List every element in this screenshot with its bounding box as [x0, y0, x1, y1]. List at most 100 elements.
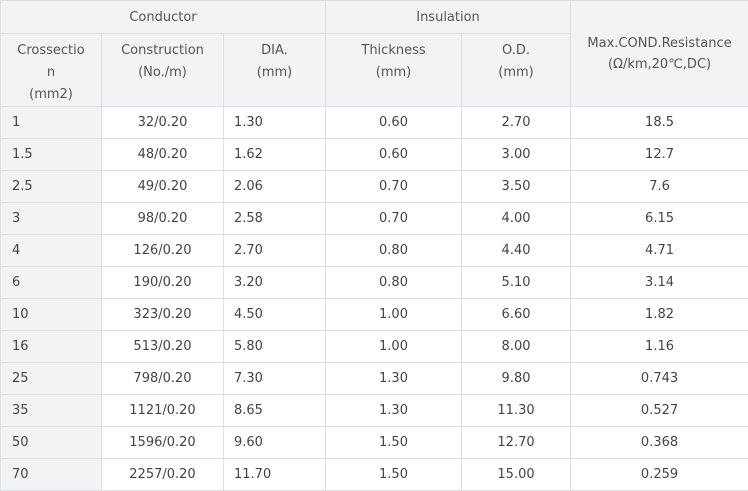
crosssection-label-line2: n: [46, 65, 56, 80]
thickness-cell: 1.30: [325, 394, 463, 427]
crosssection-label-line1: Crossectio: [17, 43, 85, 58]
crosssection-cell: 35: [0, 394, 102, 427]
od-unit: (mm): [498, 65, 534, 80]
construction-cell: 49/0.20: [101, 170, 224, 203]
resistance-cell: 6.15: [570, 202, 748, 235]
dia-cell: 5.80: [222, 330, 327, 363]
crosssection-cell: 16: [0, 330, 102, 363]
resistance-cell: 1.16: [570, 330, 748, 363]
od-cell: 4.40: [461, 234, 572, 267]
table-row: 70 2257/0.20 11.70 1.50 15.00 0.259: [0, 458, 748, 491]
thickness-cell: 0.60: [325, 138, 463, 171]
thickness-cell: 1.50: [325, 458, 463, 491]
construction-cell: 98/0.20: [101, 202, 224, 235]
od-cell: 3.50: [461, 170, 572, 203]
thickness-cell: 0.80: [325, 266, 463, 299]
crosssection-header: Crossectio n (mm2): [0, 33, 102, 107]
resistance-cell: 18.5: [570, 106, 748, 139]
construction-cell: 190/0.20: [101, 266, 224, 299]
od-cell: 5.10: [461, 266, 572, 299]
construction-cell: 1121/0.20: [101, 394, 224, 427]
resistance-cell: 12.7: [570, 138, 748, 171]
thickness-cell: 1.00: [325, 330, 463, 363]
od-cell: 15.00: [461, 458, 572, 491]
thickness-header: Thickness (mm): [325, 33, 463, 107]
thickness-cell: 1.50: [325, 426, 463, 459]
dia-header: DIA. (mm): [222, 33, 327, 107]
thickness-unit: (mm): [375, 65, 412, 80]
od-cell: 4.00: [461, 202, 572, 235]
dia-cell: 4.50: [222, 298, 327, 331]
thickness-cell: 0.70: [325, 202, 463, 235]
cable-spec-table: Conductor Insulation Max.COND.Resistance…: [0, 0, 748, 491]
construction-label: Construction: [121, 43, 204, 58]
dia-unit: (mm): [256, 65, 293, 80]
resistance-cell: 7.6: [570, 170, 748, 203]
od-cell: 11.30: [461, 394, 572, 427]
resistance-cell: 0.743: [570, 362, 748, 395]
insulation-group-header: Insulation: [325, 0, 572, 34]
table-row: 35 1121/0.20 8.65 1.30 11.30 0.527: [0, 394, 748, 427]
od-cell: 2.70: [461, 106, 572, 139]
construction-cell: 32/0.20: [101, 106, 224, 139]
max-resistance-header: Max.COND.Resistance (Ω/km,20℃,DC): [570, 0, 748, 107]
dia-label: DIA.: [261, 43, 288, 58]
crosssection-cell: 70: [0, 458, 102, 491]
thickness-label: Thickness: [361, 43, 426, 58]
resistance-cell: 0.259: [570, 458, 748, 491]
dia-cell: 1.62: [222, 138, 327, 171]
crosssection-cell: 10: [0, 298, 102, 331]
crosssection-cell: 1: [0, 106, 102, 139]
dia-cell: 2.70: [222, 234, 327, 267]
crosssection-unit: (mm2): [29, 87, 73, 102]
dia-cell: 1.30: [222, 106, 327, 139]
table-row: 2.5 49/0.20 2.06 0.70 3.50 7.6: [0, 170, 748, 203]
dia-cell: 7.30: [222, 362, 327, 395]
table-row: 3 98/0.20 2.58 0.70 4.00 6.15: [0, 202, 748, 235]
table-row: 10 323/0.20 4.50 1.00 6.60 1.82: [0, 298, 748, 331]
od-header: O.D. (mm): [461, 33, 572, 107]
crosssection-cell: 50: [0, 426, 102, 459]
crosssection-cell: 3: [0, 202, 102, 235]
dia-cell: 11.70: [222, 458, 327, 491]
crosssection-cell: 25: [0, 362, 102, 395]
thickness-cell: 0.60: [325, 106, 463, 139]
thickness-cell: 1.30: [325, 362, 463, 395]
construction-cell: 126/0.20: [101, 234, 224, 267]
resistance-cell: 4.71: [570, 234, 748, 267]
od-label: O.D.: [502, 43, 531, 58]
od-cell: 3.00: [461, 138, 572, 171]
resistance-cell: 1.82: [570, 298, 748, 331]
table-row: 16 513/0.20 5.80 1.00 8.00 1.16: [0, 330, 748, 363]
thickness-cell: 0.70: [325, 170, 463, 203]
thickness-cell: 0.80: [325, 234, 463, 267]
crosssection-cell: 6: [0, 266, 102, 299]
table-row: 25 798/0.20 7.30 1.30 9.80 0.743: [0, 362, 748, 395]
od-cell: 9.80: [461, 362, 572, 395]
resistance-cell: 0.368: [570, 426, 748, 459]
resistance-cell: 3.14: [570, 266, 748, 299]
construction-header: Construction (No./m): [101, 33, 224, 107]
dia-cell: 2.58: [222, 202, 327, 235]
od-cell: 8.00: [461, 330, 572, 363]
table-row: 1 32/0.20 1.30 0.60 2.70 18.5: [0, 106, 748, 139]
construction-cell: 1596/0.20: [101, 426, 224, 459]
table-row: 6 190/0.20 3.20 0.80 5.10 3.14: [0, 266, 748, 299]
construction-cell: 48/0.20: [101, 138, 224, 171]
construction-cell: 2257/0.20: [101, 458, 224, 491]
dia-cell: 3.20: [222, 266, 327, 299]
table-row: 50 1596/0.20 9.60 1.50 12.70 0.368: [0, 426, 748, 459]
od-cell: 6.60: [461, 298, 572, 331]
crosssection-cell: 2.5: [0, 170, 102, 203]
conductor-group-header: Conductor: [0, 0, 327, 34]
crosssection-cell: 1.5: [0, 138, 102, 171]
thickness-cell: 1.00: [325, 298, 463, 331]
construction-cell: 798/0.20: [101, 362, 224, 395]
crosssection-cell: 4: [0, 234, 102, 267]
table-row: 4 126/0.20 2.70 0.80 4.40 4.71: [0, 234, 748, 267]
max-resistance-unit: (Ω/km,20℃,DC): [607, 56, 712, 72]
dia-cell: 9.60: [222, 426, 327, 459]
dia-cell: 2.06: [222, 170, 327, 203]
resistance-cell: 0.527: [570, 394, 748, 427]
construction-cell: 513/0.20: [101, 330, 224, 363]
